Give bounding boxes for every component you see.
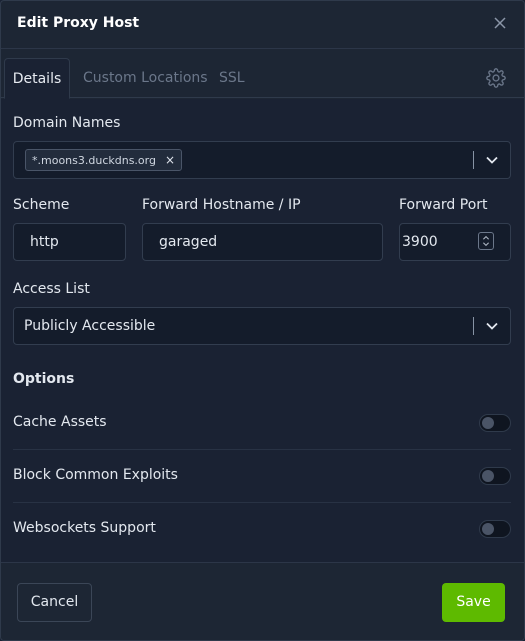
websockets-toggle[interactable] bbox=[479, 520, 511, 538]
chevron-down-icon[interactable] bbox=[485, 319, 499, 333]
modal-title: Edit Proxy Host bbox=[17, 15, 140, 31]
block-exploits-toggle[interactable] bbox=[479, 467, 511, 485]
stepper-icon[interactable] bbox=[478, 232, 494, 250]
tab-details[interactable]: Details bbox=[4, 58, 70, 99]
forward-port-input[interactable]: 3900 bbox=[399, 223, 511, 261]
chip-remove-icon[interactable]: × bbox=[165, 153, 175, 167]
cache-assets-toggle[interactable] bbox=[479, 414, 511, 432]
option-label: Block Common Exploits bbox=[13, 467, 178, 483]
domain-names-label: Domain Names bbox=[13, 115, 121, 131]
toggle-knob bbox=[482, 470, 494, 482]
forward-port-value: 3900 bbox=[402, 234, 438, 250]
option-websockets-support: Websockets Support bbox=[13, 503, 511, 556]
chevron-down-icon[interactable] bbox=[485, 153, 499, 167]
edit-proxy-host-modal: Edit Proxy Host Details Custom Locations… bbox=[0, 0, 525, 641]
option-block-common-exploits: Block Common Exploits bbox=[13, 450, 511, 503]
select-divider bbox=[473, 317, 474, 335]
gear-icon bbox=[486, 68, 506, 88]
close-icon bbox=[494, 17, 506, 29]
settings-button[interactable] bbox=[486, 68, 506, 88]
toggle-knob bbox=[482, 523, 494, 535]
modal-header: Edit Proxy Host bbox=[1, 1, 524, 49]
option-label: Websockets Support bbox=[13, 520, 156, 536]
option-label: Cache Assets bbox=[13, 414, 107, 430]
select-divider bbox=[473, 151, 474, 169]
domain-chip-text: *.moons3.duckdns.org bbox=[32, 153, 156, 167]
forward-host-input[interactable]: garaged bbox=[142, 223, 383, 261]
close-button[interactable] bbox=[488, 11, 512, 35]
toggle-knob bbox=[482, 417, 494, 429]
forward-host-value: garaged bbox=[159, 234, 218, 250]
option-cache-assets: Cache Assets bbox=[13, 397, 511, 450]
options-heading: Options bbox=[13, 371, 75, 387]
scheme-label: Scheme bbox=[13, 197, 70, 213]
cancel-button[interactable]: Cancel bbox=[17, 583, 92, 622]
access-list-label: Access List bbox=[13, 281, 90, 297]
modal-tabs: Details Custom Locations SSL bbox=[1, 58, 524, 99]
forward-port-label: Forward Port bbox=[399, 197, 488, 213]
forward-host-label: Forward Hostname / IP bbox=[142, 197, 301, 213]
access-list-value: Publicly Accessible bbox=[24, 318, 156, 334]
tab-custom-locations[interactable]: Custom Locations bbox=[83, 58, 208, 98]
scheme-input[interactable]: http bbox=[13, 223, 126, 261]
tab-ssl[interactable]: SSL bbox=[219, 58, 245, 98]
scheme-value: http bbox=[30, 234, 59, 250]
access-list-select[interactable]: Publicly Accessible bbox=[13, 307, 511, 345]
save-button[interactable]: Save bbox=[442, 583, 505, 622]
domain-chip: *.moons3.duckdns.org × bbox=[25, 149, 183, 171]
modal-footer: Cancel Save bbox=[1, 562, 524, 640]
modal-body: Domain Names *.moons3.duckdns.org × Sche… bbox=[1, 99, 524, 562]
domain-names-select[interactable]: *.moons3.duckdns.org × bbox=[13, 141, 511, 179]
